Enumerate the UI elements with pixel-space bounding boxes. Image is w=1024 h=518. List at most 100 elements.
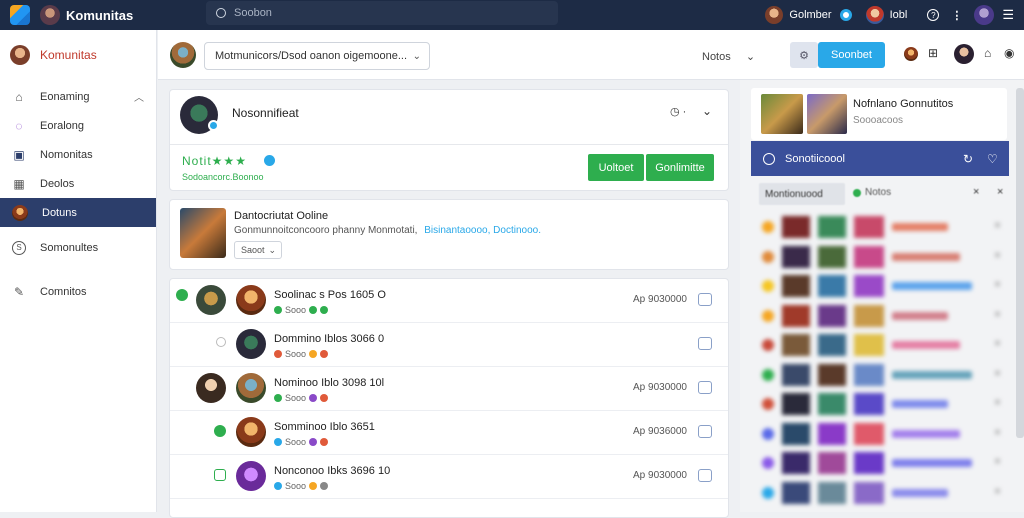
close-icon[interactable]: × [994, 425, 1001, 439]
post-title: Dantocriutat Ooline [234, 210, 329, 222]
join-button[interactable]: Gonlimitte [646, 154, 714, 181]
sidebar-header[interactable]: Komunitas [0, 30, 156, 80]
home-icon[interactable]: ⌂ [984, 46, 991, 60]
verified-icon [839, 9, 852, 21]
list-item[interactable]: × [752, 304, 1012, 328]
close-icon[interactable]: × [994, 484, 1001, 498]
sidebar-item-deolos[interactable]: ▦ Deolos [0, 169, 156, 198]
notes-label: Notos [702, 51, 731, 63]
leaf-icon: ◌ [15, 118, 23, 133]
post-select[interactable]: Saoot ⌄ [234, 241, 282, 259]
list-item[interactable]: × [752, 392, 1012, 416]
menu-icon[interactable]: ☰ [1002, 7, 1014, 23]
list-item[interactable]: × [752, 363, 1012, 387]
message-icon[interactable] [698, 469, 712, 482]
table-row[interactable]: Nominoo Iblo 3098 10l Sooo Ap 9030000 [170, 367, 728, 411]
notes-dropdown[interactable]: Notos ⌄ [702, 50, 755, 63]
chevron-down-icon: ⌄ [745, 51, 756, 63]
follow-button[interactable]: Uoltoet [588, 154, 644, 181]
list-item[interactable]: × [752, 333, 1012, 357]
community-bar[interactable]: Sonotiicoool ↻ ♡ [751, 141, 1009, 176]
thumbnail [782, 275, 810, 297]
sidebar-item-somonultes[interactable]: S Somonultes [0, 233, 156, 262]
sidebar-item-nomonitas[interactable]: ▣ Nomonitas [0, 140, 156, 169]
community-select[interactable]: Motmunicors/Dsod oanon oigemoone... ⌄ [204, 42, 430, 70]
heart-icon[interactable]: ♡ [987, 152, 998, 166]
sidebar-item-dotuns[interactable]: Dotuns [0, 198, 156, 227]
online-icon [853, 189, 861, 197]
post-thumbnail[interactable] [180, 208, 226, 258]
app-logo-icon[interactable] [10, 5, 30, 25]
close-icon[interactable]: × [994, 336, 1001, 350]
thumbnail [782, 216, 810, 238]
table-row[interactable]: Somminoo Iblo 3651 Sooo Ap 9036000 [170, 411, 728, 455]
post-body: Gonmunnoitconcooro phanny Monmotati, [234, 225, 418, 236]
second-avatar[interactable] [865, 6, 884, 24]
account-avatar[interactable] [954, 44, 974, 64]
post-link[interactable]: Bisinantaoooo, Doctinooo. [424, 225, 541, 236]
chevron-down-icon[interactable]: ⌄ [702, 104, 712, 118]
primary-button[interactable]: Soonbet [818, 42, 885, 68]
close-icon[interactable]: × [994, 248, 1001, 262]
community-title: Nofnlano Gonnutitos [853, 98, 954, 110]
sidebar-item-eonaming[interactable]: ⌂ Eonaming ︿ [0, 82, 156, 111]
close-icon[interactable]: × [994, 277, 1001, 291]
sidebar-item-label: Deolos [40, 177, 75, 190]
table-row[interactable]: Soolinac s Pos 1605 O Sooo Ap 9030000 [170, 279, 728, 323]
list-item[interactable]: × [752, 422, 1012, 446]
close-icon[interactable]: × [994, 218, 1001, 232]
profile-avatar[interactable] [974, 5, 995, 25]
grid-icon[interactable]: ⊞ [928, 46, 938, 60]
label-bar [892, 400, 948, 408]
sidebar-item-comnitos[interactable]: ✎ Comnitos [0, 277, 156, 306]
notification-avatar[interactable] [904, 47, 918, 61]
settings-button[interactable]: ⚙ [790, 42, 818, 68]
message-icon[interactable] [698, 293, 712, 306]
filter-select[interactable]: Montionuood [759, 183, 845, 205]
status-dot [762, 280, 774, 292]
community-sub: Soooacoos [853, 115, 904, 126]
message-icon[interactable] [698, 425, 712, 438]
help-icon[interactable]: ? [927, 9, 940, 21]
search-input[interactable]: Soobon [206, 1, 558, 25]
group-avatar[interactable] [170, 42, 196, 68]
user-name[interactable]: Golmber [789, 9, 831, 21]
check-icon[interactable] [176, 289, 188, 301]
refresh-icon[interactable]: ↻ [963, 152, 973, 166]
table-row[interactable]: Dommino Iblos 3066 0 Sooo [170, 323, 728, 367]
list-item[interactable]: × [752, 451, 1012, 475]
list-item[interactable]: × [752, 215, 1012, 239]
member-name: Somminoo Iblo 3651 [274, 421, 375, 433]
sidebar-item-label: Nomonitas [40, 148, 93, 161]
profile-card: Nosonnifieat ◷ · ⌄ Notit★★★ Sodoancorc.B… [169, 89, 729, 191]
thumbnail [854, 216, 884, 238]
second-user-label[interactable]: Iobl [890, 9, 908, 21]
avatar [196, 285, 226, 315]
more-vertical-icon[interactable]: ⋮ [951, 9, 962, 22]
close-icon[interactable]: × [973, 186, 979, 198]
label-bar [892, 282, 972, 290]
list-item[interactable]: × [752, 274, 1012, 298]
community-card[interactable]: Nofnlano Gonnutitos Soooacoos [751, 88, 1007, 140]
radio-icon[interactable] [216, 337, 226, 347]
check-icon[interactable] [214, 425, 226, 437]
chevron-up-icon[interactable]: ︿ [134, 89, 144, 104]
close-icon[interactable]: × [994, 366, 1001, 380]
table-row[interactable]: Nonconoo Ibks 3696 10 Sooo Ap 9030000 [170, 455, 728, 499]
list-item[interactable]: × [752, 245, 1012, 269]
sidebar-item-eoralong[interactable]: ◌ Eoralong [0, 111, 156, 140]
member-name: Soolinac s Pos 1605 O [274, 289, 386, 301]
clock-icon[interactable]: ◷ · [670, 105, 686, 118]
check-icon[interactable] [214, 469, 226, 481]
list-item[interactable]: × [752, 481, 1012, 505]
message-icon[interactable]: ◉ [1004, 46, 1014, 60]
message-icon[interactable] [698, 337, 712, 350]
close-icon[interactable]: × [994, 454, 1001, 468]
message-icon[interactable] [698, 381, 712, 394]
user-avatar[interactable] [765, 6, 784, 24]
close-icon[interactable]: × [997, 186, 1003, 198]
status-dot [762, 486, 774, 499]
close-icon[interactable]: × [994, 307, 1001, 321]
close-icon[interactable]: × [994, 395, 1001, 409]
scrollbar[interactable] [1016, 88, 1024, 438]
